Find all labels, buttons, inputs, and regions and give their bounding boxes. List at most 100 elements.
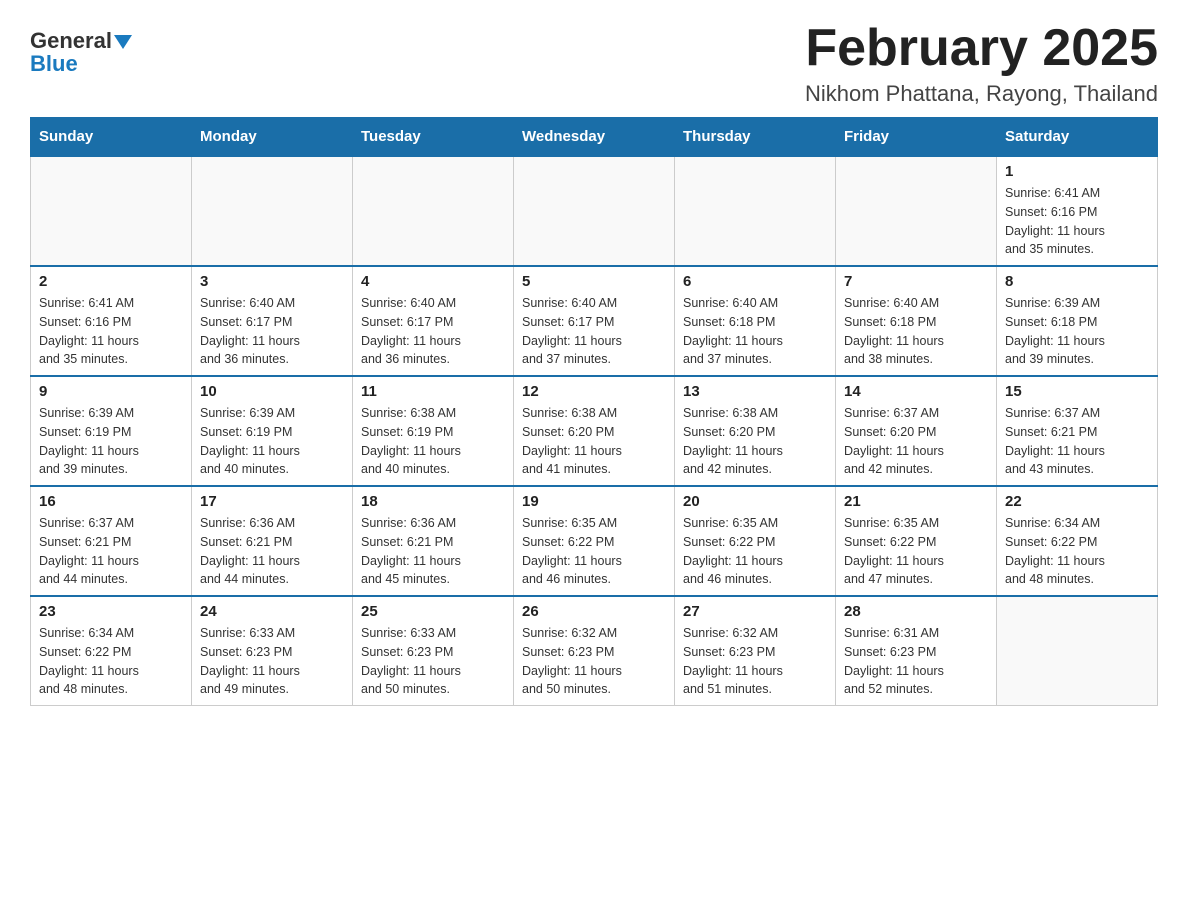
table-row: 14 Sunrise: 6:37 AM Sunset: 6:20 PM Dayli… (836, 376, 997, 486)
logo-line1: General (30, 30, 132, 53)
table-row (514, 156, 675, 266)
calendar-week-4: 16 Sunrise: 6:37 AM Sunset: 6:21 PM Dayli… (31, 486, 1158, 596)
day-number: 6 (683, 273, 827, 290)
page-header: General Blue February 2025 Nikhom Phatta… (30, 20, 1158, 107)
table-row: 7 Sunrise: 6:40 AM Sunset: 6:18 PM Daylig… (836, 266, 997, 376)
day-number: 14 (844, 383, 988, 400)
day-info: Sunrise: 6:37 AM Sunset: 6:21 PM Dayligh… (39, 514, 183, 589)
table-row: 11 Sunrise: 6:38 AM Sunset: 6:19 PM Dayli… (353, 376, 514, 486)
table-row: 17Sunrise: 6:36 AM Sunset: 6:21 PM Dayli… (192, 486, 353, 596)
month-title: February 2025 (805, 20, 1158, 77)
day-number: 4 (361, 273, 505, 290)
day-info: Sunrise: 6:32 AM Sunset: 6:23 PM Dayligh… (683, 624, 827, 699)
table-row: 21 Sunrise: 6:35 AM Sunset: 6:22 PM Dayli… (836, 486, 997, 596)
table-row: 3 Sunrise: 6:40 AM Sunset: 6:17 PM Daylig… (192, 266, 353, 376)
day-number: 28 (844, 603, 988, 620)
table-row: 5 Sunrise: 6:40 AM Sunset: 6:17 PM Daylig… (514, 266, 675, 376)
day-info: Sunrise: 6:39 AM Sunset: 6:19 PM Dayligh… (200, 404, 344, 479)
col-friday: Friday (836, 118, 997, 157)
day-number: 1 (1005, 163, 1149, 180)
calendar-week-1: 1 Sunrise: 6:41 AM Sunset: 6:16 PM Daylig… (31, 156, 1158, 266)
day-number: 21 (844, 493, 988, 510)
day-info: Sunrise: 6:32 AM Sunset: 6:23 PM Dayligh… (522, 624, 666, 699)
day-number: 16 (39, 493, 183, 510)
day-info: Sunrise: 6:40 AM Sunset: 6:18 PM Dayligh… (844, 294, 988, 369)
table-row: 10 Sunrise: 6:39 AM Sunset: 6:19 PM Dayli… (192, 376, 353, 486)
logo: General Blue (30, 30, 132, 76)
day-info: Sunrise: 6:37 AM Sunset: 6:20 PM Dayligh… (844, 404, 988, 479)
table-row: 25 Sunrise: 6:33 AM Sunset: 6:23 PM Dayli… (353, 596, 514, 706)
day-number: 5 (522, 273, 666, 290)
day-number: 24 (200, 603, 344, 620)
day-info: Sunrise: 6:36 AM Sunset: 6:21 PM Dayligh… (361, 514, 505, 589)
day-info: Sunrise: 6:36 AM Sunset: 6:21 PM Dayligh… (200, 514, 344, 589)
table-row: 12Sunrise: 6:38 AM Sunset: 6:20 PM Dayli… (514, 376, 675, 486)
table-row: 19 Sunrise: 6:35 AM Sunset: 6:22 PM Dayli… (514, 486, 675, 596)
day-info: Sunrise: 6:41 AM Sunset: 6:16 PM Dayligh… (39, 294, 183, 369)
table-row: 28 Sunrise: 6:31 AM Sunset: 6:23 PM Dayli… (836, 596, 997, 706)
calendar-week-3: 9 Sunrise: 6:39 AM Sunset: 6:19 PM Daylig… (31, 376, 1158, 486)
day-number: 27 (683, 603, 827, 620)
title-area: February 2025 Nikhom Phattana, Rayong, T… (805, 20, 1158, 107)
day-number: 19 (522, 493, 666, 510)
day-number: 23 (39, 603, 183, 620)
table-row: 1 Sunrise: 6:41 AM Sunset: 6:16 PM Daylig… (997, 156, 1158, 266)
day-info: Sunrise: 6:41 AM Sunset: 6:16 PM Dayligh… (1005, 184, 1149, 259)
day-info: Sunrise: 6:33 AM Sunset: 6:23 PM Dayligh… (200, 624, 344, 699)
table-row: 16 Sunrise: 6:37 AM Sunset: 6:21 PM Dayli… (31, 486, 192, 596)
table-row (353, 156, 514, 266)
table-row: 13Sunrise: 6:38 AM Sunset: 6:20 PM Dayli… (675, 376, 836, 486)
table-row: 8 Sunrise: 6:39 AM Sunset: 6:18 PM Daylig… (997, 266, 1158, 376)
logo-line2: Blue (30, 53, 78, 76)
table-row: 24 Sunrise: 6:33 AM Sunset: 6:23 PM Dayli… (192, 596, 353, 706)
day-number: 3 (200, 273, 344, 290)
day-number: 15 (1005, 383, 1149, 400)
day-info: Sunrise: 6:35 AM Sunset: 6:22 PM Dayligh… (844, 514, 988, 589)
day-info: Sunrise: 6:39 AM Sunset: 6:19 PM Dayligh… (39, 404, 183, 479)
logo-triangle-icon (114, 35, 132, 49)
col-monday: Monday (192, 118, 353, 157)
day-info: Sunrise: 6:40 AM Sunset: 6:18 PM Dayligh… (683, 294, 827, 369)
col-saturday: Saturday (997, 118, 1158, 157)
day-number: 8 (1005, 273, 1149, 290)
table-row: 2 Sunrise: 6:41 AM Sunset: 6:16 PM Daylig… (31, 266, 192, 376)
table-row: 23 Sunrise: 6:34 AM Sunset: 6:22 PM Dayli… (31, 596, 192, 706)
day-info: Sunrise: 6:35 AM Sunset: 6:22 PM Dayligh… (522, 514, 666, 589)
day-number: 9 (39, 383, 183, 400)
table-row: 15 Sunrise: 6:37 AM Sunset: 6:21 PM Dayli… (997, 376, 1158, 486)
table-row (31, 156, 192, 266)
day-info: Sunrise: 6:40 AM Sunset: 6:17 PM Dayligh… (361, 294, 505, 369)
col-sunday: Sunday (31, 118, 192, 157)
day-info: Sunrise: 6:40 AM Sunset: 6:17 PM Dayligh… (200, 294, 344, 369)
day-number: 22 (1005, 493, 1149, 510)
day-number: 25 (361, 603, 505, 620)
day-number: 10 (200, 383, 344, 400)
day-number: 18 (361, 493, 505, 510)
table-row (675, 156, 836, 266)
day-info: Sunrise: 6:34 AM Sunset: 6:22 PM Dayligh… (1005, 514, 1149, 589)
day-info: Sunrise: 6:33 AM Sunset: 6:23 PM Dayligh… (361, 624, 505, 699)
day-info: Sunrise: 6:34 AM Sunset: 6:22 PM Dayligh… (39, 624, 183, 699)
col-thursday: Thursday (675, 118, 836, 157)
table-row: 22 Sunrise: 6:34 AM Sunset: 6:22 PM Dayli… (997, 486, 1158, 596)
day-number: 2 (39, 273, 183, 290)
logo-general-text: General (30, 28, 112, 53)
day-info: Sunrise: 6:38 AM Sunset: 6:20 PM Dayligh… (683, 404, 827, 479)
day-info: Sunrise: 6:39 AM Sunset: 6:18 PM Dayligh… (1005, 294, 1149, 369)
day-info: Sunrise: 6:38 AM Sunset: 6:19 PM Dayligh… (361, 404, 505, 479)
calendar-header-row: Sunday Monday Tuesday Wednesday Thursday… (31, 118, 1158, 157)
day-number: 7 (844, 273, 988, 290)
day-info: Sunrise: 6:37 AM Sunset: 6:21 PM Dayligh… (1005, 404, 1149, 479)
col-wednesday: Wednesday (514, 118, 675, 157)
location-title: Nikhom Phattana, Rayong, Thailand (805, 81, 1158, 107)
table-row (836, 156, 997, 266)
day-number: 12 (522, 383, 666, 400)
col-tuesday: Tuesday (353, 118, 514, 157)
day-info: Sunrise: 6:35 AM Sunset: 6:22 PM Dayligh… (683, 514, 827, 589)
table-row: 6 Sunrise: 6:40 AM Sunset: 6:18 PM Daylig… (675, 266, 836, 376)
day-info: Sunrise: 6:31 AM Sunset: 6:23 PM Dayligh… (844, 624, 988, 699)
calendar-table: Sunday Monday Tuesday Wednesday Thursday… (30, 117, 1158, 706)
table-row: 18 Sunrise: 6:36 AM Sunset: 6:21 PM Dayli… (353, 486, 514, 596)
day-info: Sunrise: 6:40 AM Sunset: 6:17 PM Dayligh… (522, 294, 666, 369)
day-number: 11 (361, 383, 505, 400)
